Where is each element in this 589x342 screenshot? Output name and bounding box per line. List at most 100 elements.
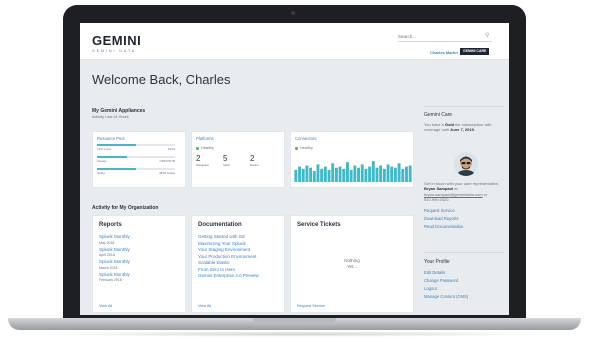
care-action-link[interactable]: Read Documentation — [424, 224, 463, 229]
profile-link[interactable]: Logout — [424, 286, 437, 291]
care-action-link[interactable]: Download Reports — [424, 216, 458, 221]
connectors-title: Connectors — [295, 136, 317, 141]
report-date: March 2018 — [99, 265, 118, 270]
platform-stat-label: Stitch — [223, 163, 230, 167]
connector-bar — [320, 168, 324, 182]
care-until-date: June 7, 2019 — [450, 127, 474, 133]
status-healthy-icon — [295, 146, 298, 150]
rep-contact-text: Get in touch with your care representati… — [424, 181, 500, 202]
connectors-status: Healthy — [295, 146, 313, 150]
platform-stat-label: Navigation — [196, 163, 210, 167]
profile-link[interactable]: Change Password — [424, 278, 458, 283]
documentation-card: Documentation Getting Started with GE Max… — [191, 215, 285, 313]
resource-pool-card[interactable]: Resource Pool CPU Cores 16/32 Storage 3.8B/… — [92, 131, 186, 188]
report-date: April 2018 — [99, 253, 115, 257]
connector-bar — [327, 169, 331, 182]
your-profile-title: Your Profile — [424, 259, 450, 265]
connectors-status-text: Healthy — [300, 146, 313, 150]
connector-bar — [375, 167, 379, 182]
meter-track — [97, 156, 175, 158]
gemini-care-badge[interactable]: GEMINI CARE — [460, 48, 490, 55]
request-service-link[interactable]: Request Service — [297, 304, 325, 308]
meter-label: Storage — [97, 158, 107, 163]
documentation-link[interactable]: Your Staging Environment — [198, 247, 259, 254]
appliances-title: My Gemini Appliances — [92, 108, 146, 114]
platform-stat-number: 5 — [223, 154, 228, 163]
meter-label-row: Storage 3.8B/10B TB — [97, 159, 175, 163]
documentation-link[interactable]: Gemini Enterprise 3.0 Preview — [198, 273, 259, 280]
rep-avatar — [454, 152, 478, 176]
reports-card: Reports Splunk Monthly May 2018 Splunk Mon… — [92, 215, 186, 313]
platforms-card[interactable]: Platforms Healthy 2 Navigation 5 Stitch 2 Mar… — [191, 131, 285, 188]
connector-bar — [338, 166, 342, 182]
meter-label-row: Nodes 48/96 Nodes — [97, 171, 175, 175]
service-tickets-title: Service Tickets — [297, 222, 341, 228]
connector-bar — [309, 167, 313, 182]
platforms-title: Platforms — [196, 136, 214, 141]
connector-bar — [401, 168, 405, 182]
right-panel: Gemini Care You have a Gold tier subscri… — [418, 60, 509, 315]
connector-bar — [405, 166, 408, 182]
profile-link[interactable]: Manage Content (CMS) — [424, 294, 468, 299]
meter-label: Nodes — [97, 170, 106, 175]
laptop-screen: GEMINI GEMINI DATA ⚲ Charles Martin GEMI… — [80, 23, 509, 315]
service-tickets-card: Service Tickets Nothing Yet... Request S… — [290, 215, 414, 313]
laptop-shadow — [40, 331, 549, 337]
rp-divider — [424, 106, 504, 107]
rep-name: Bryan Sampaol — [424, 186, 454, 192]
activity-title: Activity for My Organization — [92, 205, 159, 211]
report-link[interactable]: Splunk Monthly — [99, 234, 130, 241]
tickets-empty-line2: Yet... — [346, 264, 358, 269]
connector-bar — [342, 168, 346, 182]
reports-view-all-link[interactable]: View All — [99, 304, 112, 308]
meter-fill — [97, 144, 136, 146]
meter-fill — [97, 168, 136, 170]
connector-bar — [386, 164, 390, 182]
connectors-card[interactable]: Connectors Healthy — [290, 131, 414, 188]
appliances-subtitle: Activity Last 24 Hours — [92, 115, 129, 119]
rep-phone: 510.999.0420 — [424, 196, 449, 202]
logo-subtitle: GEMINI DATA — [92, 49, 137, 53]
connector-bar — [316, 164, 320, 182]
platform-stat-number: 2 — [250, 154, 255, 163]
connector-bar — [364, 168, 368, 182]
laptop-notch — [253, 318, 336, 323]
resource-meter: Nodes 48/96 Nodes — [97, 168, 175, 175]
connector-bar — [323, 166, 327, 182]
meter-value: 48/96 Nodes — [159, 170, 175, 175]
report-link[interactable]: Splunk Monthly — [99, 259, 130, 266]
search-input[interactable] — [398, 32, 492, 42]
connector-bar — [331, 163, 335, 182]
connector-bar — [349, 169, 353, 182]
connector-bar — [382, 168, 386, 182]
meter-value: 3.8B/10B TB — [159, 158, 175, 163]
status-healthy-icon — [196, 146, 199, 150]
rp-divider — [424, 252, 504, 253]
gemini-logo[interactable]: GEMINI GEMINI DATA — [92, 33, 141, 53]
connector-bar — [305, 165, 309, 182]
documentation-view-all-link[interactable]: View All — [198, 304, 211, 308]
search-icon[interactable]: ⚲ — [485, 32, 489, 39]
tickets-empty-state: Nothing Yet... — [291, 258, 413, 270]
connector-bar — [312, 171, 316, 182]
app-header: GEMINI GEMINI DATA ⚲ Charles Martin GEMI… — [80, 23, 509, 60]
main-content: Welcome Back, Charles My Gemini Applianc… — [80, 60, 509, 315]
connector-bar — [334, 167, 338, 182]
page-title: Welcome Back, Charles — [92, 72, 231, 87]
resource-meter: CPU Cores 16/32 — [97, 144, 175, 151]
meter-label-row: CPU Cores 16/32 — [97, 147, 175, 151]
profile-link[interactable]: Edit Details — [424, 270, 445, 275]
camera-dot — [291, 11, 295, 15]
rep-email-link[interactable]: bryan.sampaol@geminidata.com — [424, 192, 483, 197]
meter-track — [97, 144, 175, 146]
report-date: February 2018 — [99, 278, 122, 282]
connector-bar — [368, 166, 372, 182]
care-tier: Gold — [444, 122, 455, 127]
platforms-status-text: Healthy — [201, 146, 214, 150]
care-action-link[interactable]: Request Service — [424, 208, 455, 213]
connector-bar — [408, 165, 412, 182]
laptop-lid: GEMINI GEMINI DATA ⚲ Charles Martin GEMI… — [63, 5, 526, 320]
user-name-link[interactable]: Charles Martin — [430, 50, 458, 55]
platform-stat: 2 Marine — [250, 154, 259, 168]
connector-bar — [353, 165, 357, 182]
